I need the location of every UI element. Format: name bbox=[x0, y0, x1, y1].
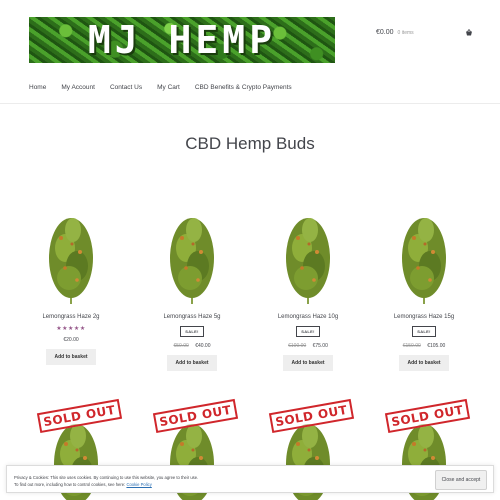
main-nav: Home My Account Contact Us My Cart CBD B… bbox=[29, 84, 307, 91]
add-to-basket-button[interactable]: Add to basket bbox=[46, 349, 96, 365]
logo-text: MJ HEMP bbox=[87, 18, 277, 62]
add-to-basket-button[interactable]: Add to basket bbox=[283, 355, 333, 371]
hemp-bud-image bbox=[48, 217, 94, 305]
nav-item-home[interactable]: Home bbox=[29, 84, 46, 91]
product-title[interactable]: Lemongrass Haze 2g bbox=[25, 314, 117, 320]
current-price: €40.00 bbox=[195, 343, 211, 349]
sale-badge: SALE! bbox=[180, 326, 204, 337]
product-card[interactable]: Lemongrass Haze 2g ★★★★★ €20.00 Add to b… bbox=[25, 208, 117, 365]
original-price: €100.00 bbox=[288, 343, 307, 349]
add-to-basket-button[interactable]: Add to basket bbox=[399, 355, 449, 371]
original-price: €150.00 bbox=[402, 343, 421, 349]
cookie-policy-link[interactable]: Cookie Policy bbox=[126, 482, 151, 487]
basket-icon[interactable] bbox=[465, 29, 473, 37]
cookie-text: Privacy & Cookies: This site uses cookie… bbox=[14, 474, 198, 488]
sale-badge: SALE! bbox=[412, 326, 436, 337]
hemp-bud-image bbox=[169, 217, 215, 305]
cookie-line-2: To find out more, including how to contr… bbox=[14, 481, 198, 488]
page-title: CBD Hemp Buds bbox=[185, 134, 315, 153]
product-image[interactable] bbox=[146, 208, 238, 308]
current-price: €75.00 bbox=[312, 343, 328, 349]
product-title[interactable]: Lemongrass Haze 15g bbox=[378, 314, 470, 320]
nav-item-cbd-benefits[interactable]: CBD Benefits & Crypto Payments bbox=[195, 84, 292, 91]
current-price: €20.00 bbox=[63, 337, 79, 343]
product-price: €20.00 bbox=[25, 337, 117, 343]
cookie-line-1: Privacy & Cookies: This site uses cookie… bbox=[14, 475, 199, 480]
close-and-accept-button[interactable]: Close and accept bbox=[435, 470, 487, 490]
product-card[interactable]: Lemongrass Haze 15g SALE! €150.00 €105.0… bbox=[378, 208, 470, 371]
product-price: €100.00 €75.00 bbox=[262, 343, 354, 349]
current-price: €105.00 bbox=[427, 343, 446, 349]
cart-summary[interactable]: €0.00 0 items bbox=[376, 29, 414, 36]
product-card[interactable]: Lemongrass Haze 10g SALE! €100.00 €75.00… bbox=[262, 208, 354, 371]
hemp-bud-image bbox=[285, 217, 331, 305]
cookie-banner: Privacy & Cookies: This site uses cookie… bbox=[6, 465, 494, 493]
product-title[interactable]: Lemongrass Haze 5g bbox=[146, 314, 238, 320]
cookie-line-2-text: To find out more, including how to contr… bbox=[14, 482, 126, 487]
nav-item-contact-us[interactable]: Contact Us bbox=[110, 84, 142, 91]
nav-item-my-cart[interactable]: My Cart bbox=[157, 84, 180, 91]
hemp-bud-image bbox=[401, 217, 447, 305]
product-price: €50.00 €40.00 bbox=[146, 343, 238, 349]
original-price: €50.00 bbox=[173, 343, 189, 349]
nav-divider bbox=[0, 103, 500, 104]
site-logo[interactable]: MJ HEMP bbox=[29, 17, 335, 63]
product-image[interactable] bbox=[25, 208, 117, 308]
product-image[interactable] bbox=[378, 208, 470, 308]
product-title[interactable]: Lemongrass Haze 10g bbox=[262, 314, 354, 320]
nav-item-my-account[interactable]: My Account bbox=[61, 84, 95, 91]
cart-count: 0 items bbox=[397, 29, 414, 36]
add-to-basket-button[interactable]: Add to basket bbox=[167, 355, 217, 371]
product-card[interactable]: Lemongrass Haze 5g SALE! €50.00 €40.00 A… bbox=[146, 208, 238, 371]
sale-badge: SALE! bbox=[296, 326, 320, 337]
product-price: €150.00 €105.00 bbox=[378, 343, 470, 349]
cart-amount: €0.00 bbox=[376, 29, 394, 36]
star-rating: ★★★★★ bbox=[56, 326, 86, 332]
product-image[interactable] bbox=[262, 208, 354, 308]
